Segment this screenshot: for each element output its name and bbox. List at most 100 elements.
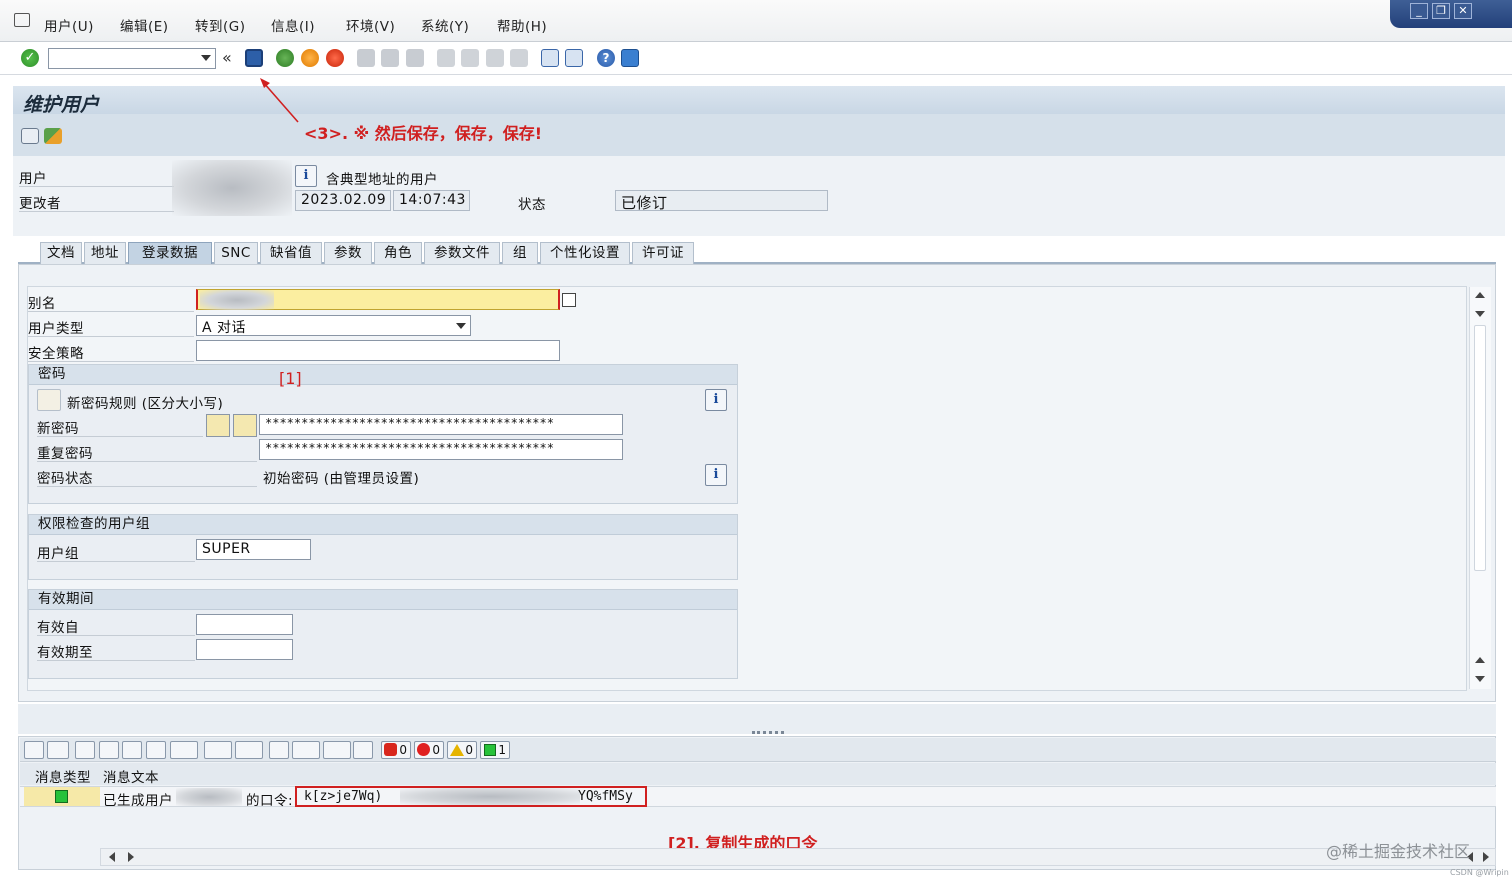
menu-app-icon[interactable] bbox=[14, 13, 30, 27]
message-text-prefix: 已生成用户 bbox=[103, 793, 173, 809]
changed-time-field: 14:07:43 bbox=[393, 190, 470, 211]
find-next-icon[interactable] bbox=[406, 49, 424, 67]
scroll-up-step-icon[interactable] bbox=[1475, 657, 1485, 663]
shortcut-icon[interactable] bbox=[565, 49, 583, 67]
stop-icon bbox=[384, 743, 397, 756]
valid-from-input[interactable] bbox=[196, 614, 293, 635]
scroll-down-step-icon[interactable] bbox=[1475, 311, 1485, 317]
user-info-icon[interactable]: i bbox=[295, 165, 317, 187]
vertical-scrollbar[interactable] bbox=[1469, 287, 1491, 689]
sum-icon[interactable] bbox=[204, 741, 232, 759]
tab-personalization[interactable]: 个性化设置 bbox=[540, 242, 630, 264]
back-icon[interactable] bbox=[276, 49, 294, 67]
close-icon[interactable]: ✕ bbox=[1454, 3, 1472, 19]
stop-count-button[interactable]: 0 bbox=[381, 741, 411, 759]
export-icon[interactable] bbox=[323, 741, 351, 759]
sort-descending-icon[interactable] bbox=[99, 741, 119, 759]
error-count-button[interactable]: 0 bbox=[414, 741, 444, 759]
column-message-text[interactable]: 消息文本 bbox=[103, 766, 159, 786]
splitter-grip[interactable] bbox=[752, 731, 784, 734]
last-page-icon[interactable] bbox=[510, 49, 528, 67]
password-status-info-icon[interactable]: i bbox=[705, 464, 727, 486]
previous-page-icon[interactable] bbox=[461, 49, 479, 67]
exit-icon[interactable] bbox=[301, 49, 319, 67]
scroll-up-icon[interactable] bbox=[1475, 292, 1485, 298]
command-field[interactable] bbox=[48, 48, 216, 69]
user-group-input[interactable]: SUPER bbox=[196, 539, 311, 560]
layout-menu-icon[interactable] bbox=[621, 49, 639, 67]
message-row[interactable]: 已生成用户 的口令: k[z>je7Wq) YQ%fMSy bbox=[20, 786, 1496, 809]
annotation-save-text: <3>. ※ 然后保存，保存，保存! bbox=[304, 124, 543, 143]
tab-logon-data[interactable]: 登录数据 bbox=[128, 242, 212, 264]
user-type-dropdown-icon[interactable] bbox=[456, 323, 466, 329]
generate-password-button[interactable] bbox=[206, 414, 230, 437]
title-bar bbox=[13, 86, 1505, 114]
warning-count-button[interactable]: 0 bbox=[447, 741, 477, 759]
minimize-icon[interactable]: _ bbox=[1410, 3, 1428, 19]
tab-snc[interactable]: SNC bbox=[214, 242, 258, 264]
page-title: 维护用户 bbox=[23, 94, 100, 116]
command-dropdown-icon[interactable] bbox=[201, 55, 211, 61]
error-icon bbox=[417, 743, 430, 756]
view-icon[interactable] bbox=[292, 741, 320, 759]
scroll-right-icon[interactable] bbox=[1483, 852, 1489, 862]
column-message-type[interactable]: 消息类型 bbox=[35, 766, 91, 786]
tab-address[interactable]: 地址 bbox=[84, 242, 126, 264]
scroll-thumb[interactable] bbox=[1474, 325, 1486, 571]
menu-item-environment[interactable]: 环境(V) bbox=[346, 15, 395, 35]
sort-ascending-icon[interactable] bbox=[75, 741, 95, 759]
create-session-icon[interactable] bbox=[541, 49, 559, 67]
menu-item-goto[interactable]: 转到(G) bbox=[195, 15, 246, 35]
scroll-right-step-icon[interactable] bbox=[128, 852, 134, 862]
success-count-button[interactable]: 1 bbox=[480, 741, 510, 759]
subtotal-icon[interactable] bbox=[235, 741, 263, 759]
first-page-icon[interactable] bbox=[437, 49, 455, 67]
password-rule-icon[interactable] bbox=[37, 389, 61, 411]
menu-item-system[interactable]: 系统(Y) bbox=[421, 15, 469, 35]
details-icon[interactable] bbox=[47, 741, 69, 759]
find-list-icon[interactable] bbox=[122, 741, 142, 759]
security-policy-input[interactable] bbox=[196, 340, 560, 361]
tab-roles[interactable]: 角色 bbox=[374, 242, 422, 264]
menu-item-info[interactable]: 信息(I) bbox=[271, 15, 315, 35]
valid-to-input[interactable] bbox=[196, 639, 293, 660]
help-icon[interactable]: ? bbox=[597, 49, 615, 67]
find-next-list-icon[interactable] bbox=[146, 741, 166, 759]
alias-copy-icon[interactable] bbox=[562, 293, 576, 307]
tab-license[interactable]: 许可证 bbox=[632, 242, 694, 264]
enter-check-icon[interactable]: ✓ bbox=[21, 49, 39, 67]
success-count: 1 bbox=[498, 743, 506, 757]
next-page-icon[interactable] bbox=[486, 49, 504, 67]
watermark-small: CSDN @Wripin bbox=[1450, 868, 1509, 877]
menu-item-help[interactable]: 帮助(H) bbox=[497, 15, 547, 35]
display-change-icon[interactable] bbox=[21, 128, 39, 144]
restore-icon[interactable]: ❐ bbox=[1432, 3, 1450, 19]
save-icon[interactable] bbox=[245, 49, 263, 67]
splitter[interactable] bbox=[18, 704, 1496, 734]
tab-profiles[interactable]: 参数文件 bbox=[424, 242, 500, 264]
layout-icon[interactable] bbox=[353, 741, 373, 759]
repeat-password-input[interactable]: **************************************** bbox=[259, 439, 623, 460]
tab-defaults[interactable]: 缺省值 bbox=[260, 242, 322, 264]
nav-back-double-icon[interactable]: « bbox=[222, 48, 232, 67]
deactivate-password-button[interactable] bbox=[233, 414, 257, 437]
find-icon[interactable] bbox=[381, 49, 399, 67]
print-icon[interactable] bbox=[357, 49, 375, 67]
roles-icon[interactable] bbox=[44, 128, 62, 144]
horizontal-scrollbar[interactable] bbox=[100, 848, 1496, 866]
scroll-down-icon[interactable] bbox=[1475, 676, 1485, 682]
filter-icon[interactable] bbox=[170, 741, 198, 759]
menu-item-user[interactable]: 用户(U) bbox=[44, 15, 94, 35]
generated-password-redacted bbox=[400, 788, 580, 805]
scroll-left-icon[interactable] bbox=[109, 852, 115, 862]
menu-item-edit[interactable]: 编辑(E) bbox=[120, 15, 169, 35]
tab-documentation[interactable]: 文档 bbox=[40, 242, 82, 264]
user-type-select[interactable]: A 对话 bbox=[196, 315, 471, 336]
tab-parameters[interactable]: 参数 bbox=[324, 242, 372, 264]
cancel-icon[interactable] bbox=[326, 49, 344, 67]
password-rule-info-icon[interactable]: i bbox=[705, 389, 727, 411]
close-list-icon[interactable] bbox=[24, 741, 44, 759]
new-password-input[interactable]: **************************************** bbox=[259, 414, 623, 435]
tab-groups[interactable]: 组 bbox=[502, 242, 538, 264]
print-list-icon[interactable] bbox=[269, 741, 289, 759]
